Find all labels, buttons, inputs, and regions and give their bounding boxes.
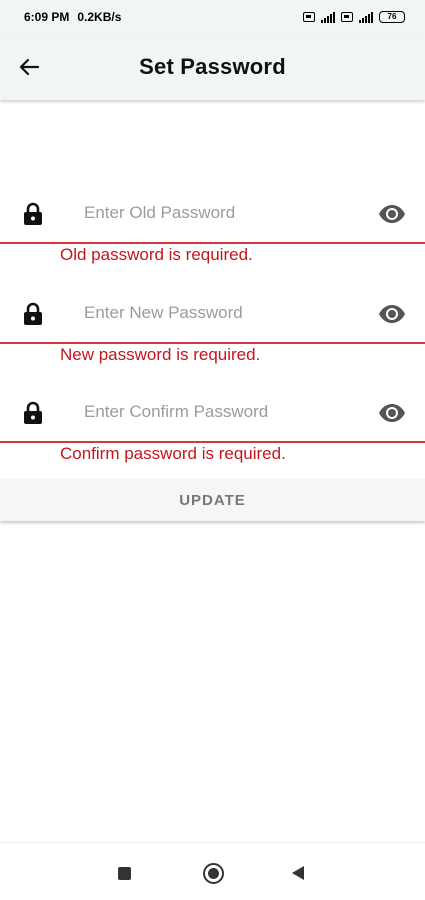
home-icon[interactable] xyxy=(203,863,224,884)
app-bar: Set Password xyxy=(0,34,425,100)
recent-apps-icon[interactable] xyxy=(118,867,131,880)
back-triangle-icon[interactable] xyxy=(292,866,304,880)
new-password-input[interactable] xyxy=(84,298,364,328)
navigation-bar xyxy=(0,842,425,900)
status-time: 6:09 PM xyxy=(24,10,70,24)
set-password-screen: 6:09 PM 0.2KB/s 76 Set Password Old pass… xyxy=(0,0,425,900)
page-title: Set Password xyxy=(139,54,286,79)
update-button[interactable]: UPDATE xyxy=(0,479,425,521)
arrow-left-icon xyxy=(19,58,39,76)
new-password-field xyxy=(0,280,425,344)
signal-icon xyxy=(321,11,335,23)
eye-icon[interactable] xyxy=(378,304,406,324)
signal-icon-2 xyxy=(359,11,373,23)
old-password-input[interactable] xyxy=(84,198,364,228)
lock-icon xyxy=(24,202,42,225)
eye-icon[interactable] xyxy=(378,204,406,224)
network-speed: 0.2KB/s xyxy=(77,10,122,24)
confirm-password-error: Confirm password is required. xyxy=(60,444,286,463)
old-password-field xyxy=(0,180,425,244)
back-button[interactable] xyxy=(12,50,46,84)
status-bar: 6:09 PM 0.2KB/s 76 xyxy=(0,0,425,34)
new-password-error: New password is required. xyxy=(60,345,261,364)
sim-icon-2 xyxy=(341,12,353,22)
battery-icon: 76 xyxy=(379,11,405,23)
lock-icon xyxy=(24,401,42,424)
old-password-error: Old password is required. xyxy=(60,245,253,264)
sim-icon xyxy=(303,12,315,22)
lock-icon xyxy=(24,302,42,325)
eye-icon[interactable] xyxy=(378,403,406,423)
confirm-password-field xyxy=(0,379,425,443)
confirm-password-input[interactable] xyxy=(84,397,364,427)
